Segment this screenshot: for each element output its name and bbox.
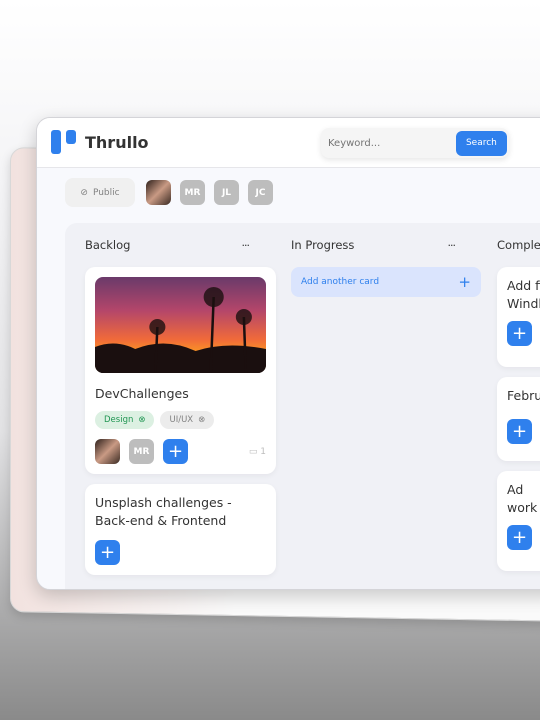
visibility-label: Public [92, 187, 120, 198]
avatar[interactable]: JL [214, 180, 239, 205]
add-card-button[interactable]: Add another card + [291, 267, 481, 297]
app-window: Thrullo Search ⊘ Public MR JL JC Backlog ·… [36, 117, 540, 590]
avatar[interactable] [146, 180, 171, 205]
avatar[interactable]: JC [248, 180, 273, 205]
more-icon[interactable]: ··· [448, 239, 456, 252]
card-title: Febru [507, 388, 540, 403]
close-icon[interactable]: ⊗ [138, 415, 145, 425]
add-member-button[interactable]: + [163, 439, 188, 465]
search-box: Search [321, 128, 509, 158]
plus-icon: + [458, 273, 471, 291]
card-cover-image [95, 277, 266, 373]
more-icon[interactable]: ··· [242, 239, 250, 252]
avatar[interactable] [95, 439, 120, 465]
comment-count: 1 [260, 446, 266, 457]
board: Backlog ··· DevChallenges Design ⊗ UI/UX ⊗ … [65, 223, 540, 589]
tag-label: Design [104, 415, 134, 426]
board-bar: ⊘ Public MR JL JC [65, 178, 273, 207]
tag-label: UI/UX [169, 415, 194, 426]
search-button[interactable]: Search [455, 130, 507, 156]
card[interactable]: Febru + [497, 377, 540, 461]
close-icon[interactable]: ⊗ [198, 415, 205, 425]
column-title: In Progress [291, 238, 355, 252]
column-title: Backlog [85, 238, 131, 252]
column-in-progress: In Progress ··· Add another card + [271, 223, 481, 297]
avatar[interactable]: MR [180, 180, 205, 205]
visibility-button[interactable]: ⊘ Public [65, 178, 135, 207]
top-bar: Thrullo Search [37, 118, 540, 168]
logo: Thrullo [51, 130, 149, 154]
card-title: Add fi Windl [507, 278, 540, 312]
card[interactable]: DevChallenges Design ⊗ UI/UX ⊗ MR + ▭ 1 [85, 267, 276, 475]
column-backlog: Backlog ··· DevChallenges Design ⊗ UI/UX ⊗ … [65, 223, 276, 585]
column-completed: Comple Add fi Windl + Febru + Ad work + [477, 223, 540, 581]
app-name: Thrullo [85, 132, 149, 152]
card[interactable]: Add fi Windl + [497, 267, 540, 367]
add-member-button[interactable]: + [95, 540, 120, 566]
tag-design[interactable]: Design ⊗ [95, 411, 155, 430]
tag-uiux[interactable]: UI/UX ⊗ [160, 411, 215, 430]
add-card-label: Add another card [301, 277, 380, 287]
card-title: DevChallenges [95, 386, 189, 401]
card-title: Ad work [507, 482, 538, 516]
search-input[interactable] [328, 137, 456, 149]
avatar[interactable]: MR [129, 439, 154, 465]
add-member-button[interactable]: + [507, 419, 532, 445]
card[interactable]: Ad work + [497, 471, 540, 571]
column-title: Comple [497, 238, 540, 252]
comment-icon: ▭ [248, 446, 258, 457]
card-title: Unsplash challenges - Back-end & Fronten… [95, 495, 232, 529]
add-member-button[interactable]: + [507, 525, 532, 551]
globe-icon: ⊘ [80, 187, 88, 198]
add-member-button[interactable]: + [507, 321, 532, 347]
comments: ▭ 1 [249, 447, 266, 457]
card[interactable]: Unsplash challenges - Back-end & Fronten… [85, 484, 276, 576]
